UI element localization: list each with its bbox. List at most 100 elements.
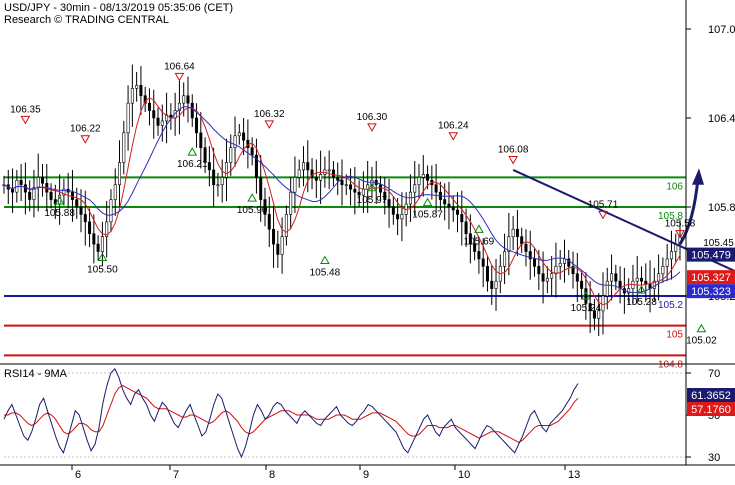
candle-body	[182, 95, 186, 104]
level-label-105: 105	[666, 330, 683, 341]
rsi-tag-label: 61.3652	[691, 390, 731, 402]
candle-body	[199, 132, 203, 148]
candle-body	[75, 199, 79, 208]
candle-body	[289, 191, 293, 215]
candle-body	[494, 280, 498, 289]
rsi-y-tick-label: 30	[708, 452, 720, 464]
candle-body	[387, 199, 391, 208]
candle-body	[83, 214, 87, 223]
candle-body	[229, 147, 233, 163]
candle-body	[537, 266, 541, 275]
rsi-y-tick-label: 70	[708, 368, 720, 380]
candle-body	[545, 277, 549, 282]
x-tick-label: 7	[173, 469, 179, 480]
candle-body	[417, 177, 421, 186]
candle-body	[400, 214, 404, 220]
candle-body	[259, 177, 263, 200]
chart-title: USD/JPY - 30min - 08/13/2019 05:35:06 (C…	[4, 2, 234, 14]
candle-body	[511, 228, 515, 237]
axes: 107.0 106.4 105.8 105.2 105.479 105.327 105.32…	[0, 0, 735, 481]
candle-body	[36, 177, 40, 189]
rsi-tag-label: 57.1760	[691, 404, 731, 416]
candle-body	[485, 266, 489, 282]
candle-body	[130, 88, 134, 104]
x-tick-label: 10	[458, 469, 470, 480]
candle-body	[460, 214, 464, 223]
price-tag-label: 105.327	[691, 272, 731, 284]
candle-body	[661, 266, 665, 275]
candle-body	[396, 214, 400, 220]
candle-body	[28, 191, 32, 200]
candle-body	[481, 258, 485, 267]
level-label-104.8: 104.8	[658, 359, 683, 370]
candle-body	[186, 95, 190, 104]
candle-body	[306, 162, 310, 171]
candle-body	[41, 177, 45, 184]
candle-body	[276, 243, 280, 255]
trough-label: 106.21	[177, 159, 208, 170]
usdjpy-chart: 106105.8105.2105104.8106.35106.22106.641…	[0, 0, 735, 481]
candle-body	[92, 233, 96, 245]
candle-body	[635, 277, 639, 282]
candle-body	[314, 177, 318, 181]
peak-label: 106.30	[357, 112, 388, 123]
candle-body	[344, 184, 348, 187]
candle-body	[515, 228, 519, 237]
candle-body	[118, 162, 122, 186]
candle-body	[562, 258, 566, 264]
trough-label: 105.48	[310, 267, 341, 278]
candle-body	[297, 169, 301, 178]
trend-line	[512, 169, 735, 273]
candle-body	[550, 273, 554, 279]
trough-label: 105.88	[44, 208, 75, 219]
candle-body	[665, 258, 669, 267]
chart-stage: 106 105.8 105.2 105 104.8 106.35 106.22 106.64 1…	[0, 0, 735, 485]
candle-body	[160, 120, 164, 126]
candle-body	[267, 214, 271, 230]
trough-marker	[187, 147, 198, 156]
candle-body	[152, 110, 156, 119]
peak-marker	[264, 120, 275, 129]
candle-body	[558, 263, 562, 267]
peak-label: 106.35	[10, 104, 41, 115]
candle-body	[524, 243, 528, 252]
candle-body	[541, 273, 545, 282]
x-tick-label: 13	[568, 469, 580, 480]
peak-marker	[508, 155, 519, 165]
peak-marker	[174, 72, 185, 82]
candle-body	[88, 221, 92, 234]
candle-body	[207, 162, 211, 171]
candle-body	[426, 174, 430, 181]
candle-body	[610, 273, 614, 282]
candle-body	[349, 184, 353, 190]
trough-marker	[247, 193, 258, 202]
rsi-panel	[3, 367, 686, 459]
candle-body	[575, 273, 579, 282]
y-tick-label: 106.4	[708, 113, 735, 125]
peak-label: 105.45	[703, 238, 734, 249]
x-tick-label: 6	[75, 469, 81, 480]
candle-body	[434, 184, 438, 193]
candle-body	[584, 288, 588, 304]
candle-body	[301, 162, 305, 171]
candle-body	[331, 169, 335, 178]
price-panel: 106 105.8 105.2 105 104.8 106.35 106.22 106.64 1…	[2, 61, 735, 370]
peak-label: 106.22	[70, 124, 101, 135]
peak-label: 106.24	[438, 121, 469, 132]
peak-label: 105.58	[665, 219, 696, 230]
candle-body	[250, 147, 254, 156]
candle-body	[319, 174, 323, 181]
candle-body	[391, 206, 395, 215]
candle-body	[447, 203, 451, 208]
rsi-ma-line	[4, 385, 579, 443]
rsi-line	[3, 367, 579, 459]
candle-body	[122, 132, 126, 163]
candle-body	[421, 174, 425, 178]
candle-body	[451, 206, 455, 211]
candle-body	[340, 180, 344, 186]
candle-body	[379, 184, 383, 193]
candle-body	[336, 177, 340, 181]
peak-label: 106.64	[164, 61, 195, 72]
peak-marker	[448, 132, 459, 141]
chart-source: Research © TRADING CENTRAL	[4, 14, 169, 26]
